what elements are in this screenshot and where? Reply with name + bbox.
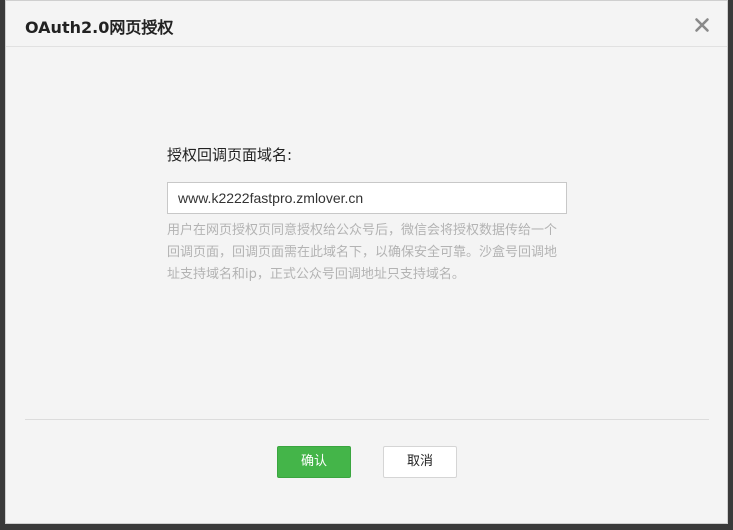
close-icon[interactable]: [694, 17, 710, 33]
oauth-dialog: OAuth2.0网页授权 授权回调页面域名: 用户在网页授权页同意授权给公众号后…: [5, 0, 728, 524]
dialog-header: OAuth2.0网页授权: [6, 1, 727, 47]
domain-input[interactable]: [167, 182, 567, 214]
confirm-button[interactable]: 确认: [277, 446, 351, 478]
cancel-button[interactable]: 取消: [383, 446, 457, 478]
footer-divider: [25, 419, 709, 420]
domain-field-label: 授权回调页面域名:: [167, 146, 293, 164]
domain-field-tip: 用户在网页授权页同意授权给公众号后，微信会将授权数据传给一个回调页面，回调页面需…: [167, 223, 558, 282]
dialog-title: OAuth2.0网页授权: [25, 18, 174, 37]
